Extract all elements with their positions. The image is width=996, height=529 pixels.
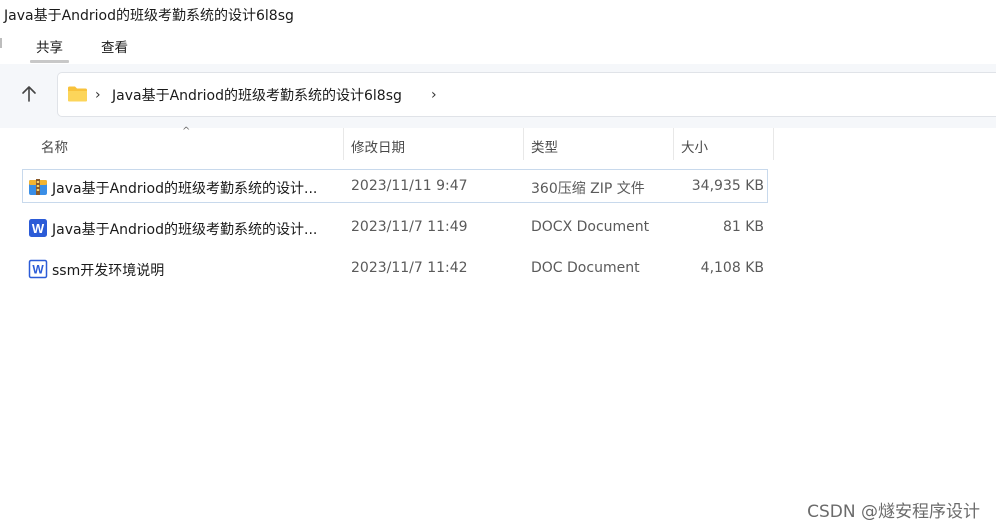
- breadcrumb-current-folder[interactable]: Java基于Andriod的班级考勤系统的设计6l8sg: [112, 85, 402, 105]
- sort-ascending-icon: ^: [182, 126, 191, 137]
- file-type: DOCX Document: [531, 219, 650, 235]
- up-button[interactable]: [14, 79, 44, 109]
- column-divider[interactable]: [523, 128, 524, 160]
- watermark: CSDN @燧安程序设计: [807, 502, 980, 522]
- column-divider[interactable]: [673, 128, 674, 160]
- file-modified: 2023/11/11 9:47: [351, 178, 468, 194]
- file-row[interactable]: W Java基于Andriod的班级考勤系统的设计... 2023/11/7 1…: [22, 210, 768, 244]
- svg-text:W: W: [32, 221, 45, 236]
- column-header-type[interactable]: 类型: [531, 136, 558, 156]
- word-document-icon: W: [28, 218, 47, 237]
- ribbon-bar: 共享 查看: [0, 30, 996, 63]
- zip-archive-icon: [28, 177, 47, 196]
- file-size: 81 KB: [722, 219, 764, 235]
- column-header-modified[interactable]: 修改日期: [351, 136, 405, 156]
- address-bar[interactable]: › Java基于Andriod的班级考勤系统的设计6l8sg ›: [57, 72, 996, 117]
- navigation-bar: › Java基于Andriod的班级考勤系统的设计6l8sg ›: [0, 64, 996, 128]
- column-divider[interactable]: [773, 128, 774, 160]
- file-row[interactable]: Java基于Andriod的班级考勤系统的设计... 2023/11/11 9:…: [22, 169, 768, 203]
- file-row[interactable]: W ssm开发环境说明 2023/11/7 11:42 DOC Document…: [22, 251, 768, 285]
- file-size: 4,108 KB: [700, 260, 764, 276]
- arrow-up-icon: [22, 86, 36, 102]
- file-type: DOC Document: [531, 260, 640, 276]
- file-name: Java基于Andriod的班级考勤系统的设计...: [52, 181, 318, 197]
- file-modified: 2023/11/7 11:49: [351, 219, 468, 235]
- file-modified: 2023/11/7 11:42: [351, 260, 468, 276]
- column-header-name[interactable]: 名称: [41, 136, 68, 156]
- column-header-row: ^ 名称 修改日期 类型 大小: [0, 126, 996, 160]
- file-size: 34,935 KB: [691, 178, 764, 194]
- column-header-size[interactable]: 大小: [681, 136, 708, 156]
- breadcrumb-chevron-icon[interactable]: ›: [95, 87, 101, 103]
- breadcrumb-chevron-end-icon[interactable]: ›: [431, 87, 437, 103]
- folder-icon: [67, 85, 88, 107]
- tab-share[interactable]: 共享: [30, 36, 69, 63]
- window-title: Java基于Andriod的班级考勤系统的设计6l8sg: [4, 8, 294, 24]
- file-name: Java基于Andriod的班级考勤系统的设计...: [52, 222, 318, 238]
- tab-view[interactable]: 查看: [101, 36, 128, 56]
- file-type: 360压缩 ZIP 文件: [531, 181, 645, 197]
- column-divider[interactable]: [343, 128, 344, 160]
- word-doc-icon: W: [28, 259, 48, 279]
- svg-text:W: W: [32, 263, 44, 277]
- file-name: ssm开发环境说明: [52, 263, 165, 279]
